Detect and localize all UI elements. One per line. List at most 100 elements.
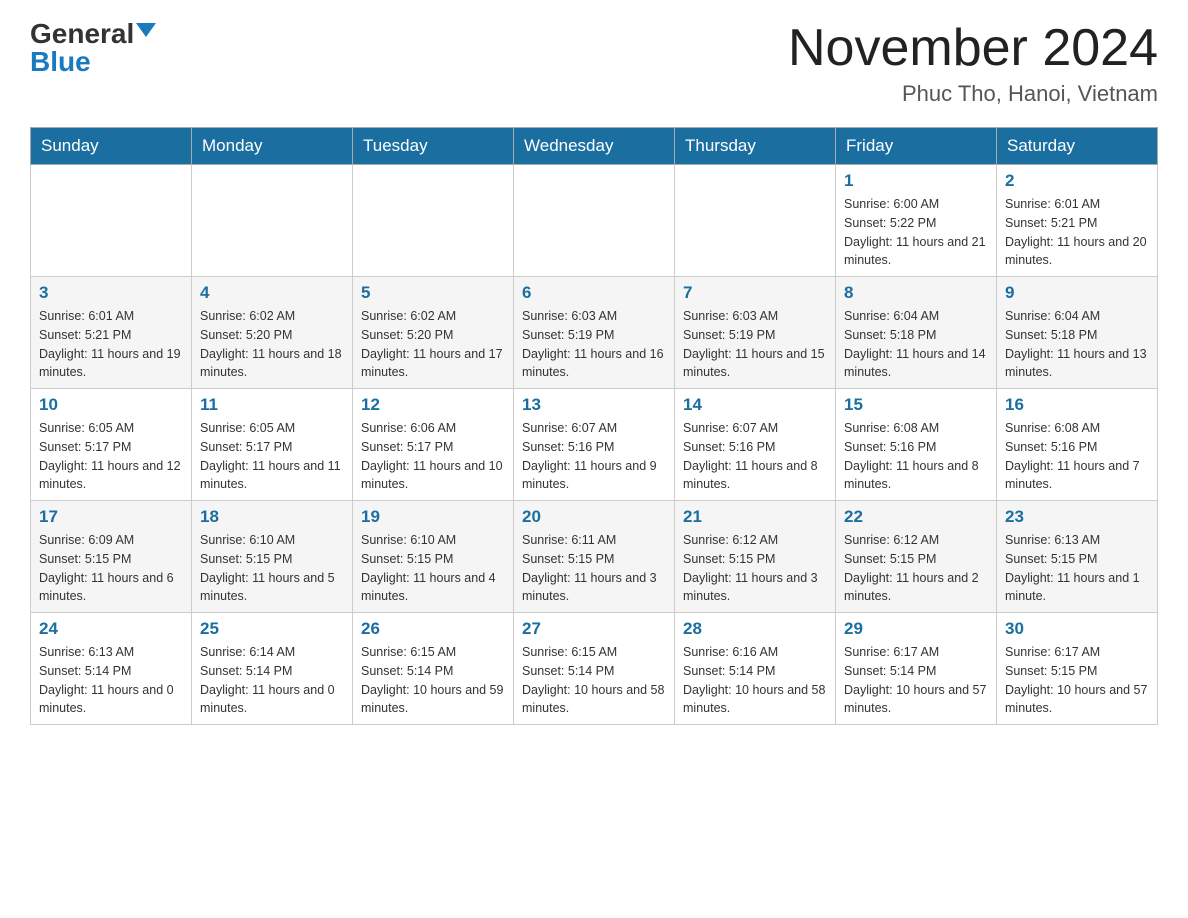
day-number: 17 xyxy=(39,507,183,527)
day-number: 22 xyxy=(844,507,988,527)
weekday-header-sunday: Sunday xyxy=(31,128,192,165)
day-info: Sunrise: 6:12 AM Sunset: 5:15 PM Dayligh… xyxy=(683,531,827,606)
day-number: 12 xyxy=(361,395,505,415)
day-info: Sunrise: 6:16 AM Sunset: 5:14 PM Dayligh… xyxy=(683,643,827,718)
day-number: 7 xyxy=(683,283,827,303)
weekday-header-row: SundayMondayTuesdayWednesdayThursdayFrid… xyxy=(31,128,1158,165)
calendar-cell: 11Sunrise: 6:05 AM Sunset: 5:17 PM Dayli… xyxy=(192,389,353,501)
calendar-cell: 5 Sunrise: 6:02 AM Sunset: 5:20 PM Daylig… xyxy=(353,277,514,389)
day-info: Sunrise: 6:04 AM Sunset: 5:18 PM Dayligh… xyxy=(1005,307,1149,382)
calendar-cell: 2 Sunrise: 6:01 AM Sunset: 5:21 PM Daylig… xyxy=(997,165,1158,277)
day-number: 14 xyxy=(683,395,827,415)
calendar-cell: 27 Sunrise: 6:15 AM Sunset: 5:14 PM Dayli… xyxy=(514,613,675,725)
day-info: Sunrise: 6:05 AM Sunset: 5:17 PM Dayligh… xyxy=(39,419,183,494)
calendar-cell: 14Sunrise: 6:07 AM Sunset: 5:16 PM Dayli… xyxy=(675,389,836,501)
day-number: 26 xyxy=(361,619,505,639)
day-number: 25 xyxy=(200,619,344,639)
calendar-week-row: 24 Sunrise: 6:13 AM Sunset: 5:14 PM Dayli… xyxy=(31,613,1158,725)
day-number: 18 xyxy=(200,507,344,527)
calendar-cell: 19 Sunrise: 6:10 AM Sunset: 5:15 PM Dayli… xyxy=(353,501,514,613)
calendar-cell: 16Sunrise: 6:08 AM Sunset: 5:16 PM Dayli… xyxy=(997,389,1158,501)
day-number: 2 xyxy=(1005,171,1149,191)
day-number: 5 xyxy=(361,283,505,303)
calendar-table: SundayMondayTuesdayWednesdayThursdayFrid… xyxy=(30,127,1158,725)
logo-general-text: General xyxy=(30,20,134,48)
calendar-cell: 17 Sunrise: 6:09 AM Sunset: 5:15 PM Dayli… xyxy=(31,501,192,613)
calendar-cell: 21Sunrise: 6:12 AM Sunset: 5:15 PM Dayli… xyxy=(675,501,836,613)
calendar-cell xyxy=(192,165,353,277)
day-info: Sunrise: 6:09 AM Sunset: 5:15 PM Dayligh… xyxy=(39,531,183,606)
day-info: Sunrise: 6:12 AM Sunset: 5:15 PM Dayligh… xyxy=(844,531,988,606)
day-info: Sunrise: 6:10 AM Sunset: 5:15 PM Dayligh… xyxy=(200,531,344,606)
location-subtitle: Phuc Tho, Hanoi, Vietnam xyxy=(788,81,1158,107)
calendar-cell: 12 Sunrise: 6:06 AM Sunset: 5:17 PM Dayli… xyxy=(353,389,514,501)
page-header: General Blue November 2024 Phuc Tho, Han… xyxy=(30,20,1158,107)
calendar-cell: 10 Sunrise: 6:05 AM Sunset: 5:17 PM Dayli… xyxy=(31,389,192,501)
calendar-cell: 1 Sunrise: 6:00 AM Sunset: 5:22 PM Daylig… xyxy=(836,165,997,277)
day-number: 1 xyxy=(844,171,988,191)
calendar-cell: 8Sunrise: 6:04 AM Sunset: 5:18 PM Daylig… xyxy=(836,277,997,389)
day-number: 29 xyxy=(844,619,988,639)
day-number: 19 xyxy=(361,507,505,527)
calendar-cell: 24 Sunrise: 6:13 AM Sunset: 5:14 PM Dayli… xyxy=(31,613,192,725)
logo-blue-text: Blue xyxy=(30,48,91,76)
day-info: Sunrise: 6:03 AM Sunset: 5:19 PM Dayligh… xyxy=(522,307,666,382)
calendar-cell: 4 Sunrise: 6:02 AM Sunset: 5:20 PM Daylig… xyxy=(192,277,353,389)
day-number: 3 xyxy=(39,283,183,303)
day-number: 6 xyxy=(522,283,666,303)
month-year-title: November 2024 xyxy=(788,20,1158,77)
day-number: 4 xyxy=(200,283,344,303)
weekday-header-wednesday: Wednesday xyxy=(514,128,675,165)
day-info: Sunrise: 6:00 AM Sunset: 5:22 PM Dayligh… xyxy=(844,195,988,270)
calendar-cell: 13 Sunrise: 6:07 AM Sunset: 5:16 PM Dayli… xyxy=(514,389,675,501)
day-info: Sunrise: 6:02 AM Sunset: 5:20 PM Dayligh… xyxy=(361,307,505,382)
day-info: Sunrise: 6:04 AM Sunset: 5:18 PM Dayligh… xyxy=(844,307,988,382)
weekday-header-saturday: Saturday xyxy=(997,128,1158,165)
day-info: Sunrise: 6:06 AM Sunset: 5:17 PM Dayligh… xyxy=(361,419,505,494)
day-info: Sunrise: 6:15 AM Sunset: 5:14 PM Dayligh… xyxy=(361,643,505,718)
calendar-cell: 18 Sunrise: 6:10 AM Sunset: 5:15 PM Dayli… xyxy=(192,501,353,613)
day-info: Sunrise: 6:02 AM Sunset: 5:20 PM Dayligh… xyxy=(200,307,344,382)
calendar-cell: 23 Sunrise: 6:13 AM Sunset: 5:15 PM Dayli… xyxy=(997,501,1158,613)
calendar-cell: 6 Sunrise: 6:03 AM Sunset: 5:19 PM Daylig… xyxy=(514,277,675,389)
title-section: November 2024 Phuc Tho, Hanoi, Vietnam xyxy=(788,20,1158,107)
calendar-cell: 29Sunrise: 6:17 AM Sunset: 5:14 PM Dayli… xyxy=(836,613,997,725)
calendar-week-row: 10 Sunrise: 6:05 AM Sunset: 5:17 PM Dayli… xyxy=(31,389,1158,501)
day-info: Sunrise: 6:13 AM Sunset: 5:15 PM Dayligh… xyxy=(1005,531,1149,606)
calendar-cell: 26 Sunrise: 6:15 AM Sunset: 5:14 PM Dayli… xyxy=(353,613,514,725)
calendar-week-row: 1 Sunrise: 6:00 AM Sunset: 5:22 PM Daylig… xyxy=(31,165,1158,277)
day-info: Sunrise: 6:11 AM Sunset: 5:15 PM Dayligh… xyxy=(522,531,666,606)
day-info: Sunrise: 6:15 AM Sunset: 5:14 PM Dayligh… xyxy=(522,643,666,718)
day-number: 28 xyxy=(683,619,827,639)
day-number: 13 xyxy=(522,395,666,415)
calendar-cell xyxy=(675,165,836,277)
day-info: Sunrise: 6:10 AM Sunset: 5:15 PM Dayligh… xyxy=(361,531,505,606)
calendar-cell: 3 Sunrise: 6:01 AM Sunset: 5:21 PM Daylig… xyxy=(31,277,192,389)
day-info: Sunrise: 6:01 AM Sunset: 5:21 PM Dayligh… xyxy=(1005,195,1149,270)
day-number: 15 xyxy=(844,395,988,415)
calendar-cell: 28 Sunrise: 6:16 AM Sunset: 5:14 PM Dayli… xyxy=(675,613,836,725)
day-number: 27 xyxy=(522,619,666,639)
weekday-header-friday: Friday xyxy=(836,128,997,165)
day-number: 16 xyxy=(1005,395,1149,415)
calendar-cell xyxy=(514,165,675,277)
calendar-cell xyxy=(31,165,192,277)
day-info: Sunrise: 6:13 AM Sunset: 5:14 PM Dayligh… xyxy=(39,643,183,718)
day-number: 11 xyxy=(200,395,344,415)
day-info: Sunrise: 6:17 AM Sunset: 5:15 PM Dayligh… xyxy=(1005,643,1149,718)
day-info: Sunrise: 6:08 AM Sunset: 5:16 PM Dayligh… xyxy=(844,419,988,494)
calendar-cell: 7 Sunrise: 6:03 AM Sunset: 5:19 PM Daylig… xyxy=(675,277,836,389)
day-number: 23 xyxy=(1005,507,1149,527)
day-number: 30 xyxy=(1005,619,1149,639)
weekday-header-tuesday: Tuesday xyxy=(353,128,514,165)
day-number: 10 xyxy=(39,395,183,415)
day-number: 9 xyxy=(1005,283,1149,303)
logo-arrow-icon xyxy=(136,23,156,37)
weekday-header-monday: Monday xyxy=(192,128,353,165)
calendar-cell: 15 Sunrise: 6:08 AM Sunset: 5:16 PM Dayli… xyxy=(836,389,997,501)
calendar-cell: 30 Sunrise: 6:17 AM Sunset: 5:15 PM Dayli… xyxy=(997,613,1158,725)
day-info: Sunrise: 6:01 AM Sunset: 5:21 PM Dayligh… xyxy=(39,307,183,382)
day-info: Sunrise: 6:07 AM Sunset: 5:16 PM Dayligh… xyxy=(522,419,666,494)
day-info: Sunrise: 6:03 AM Sunset: 5:19 PM Dayligh… xyxy=(683,307,827,382)
day-number: 24 xyxy=(39,619,183,639)
